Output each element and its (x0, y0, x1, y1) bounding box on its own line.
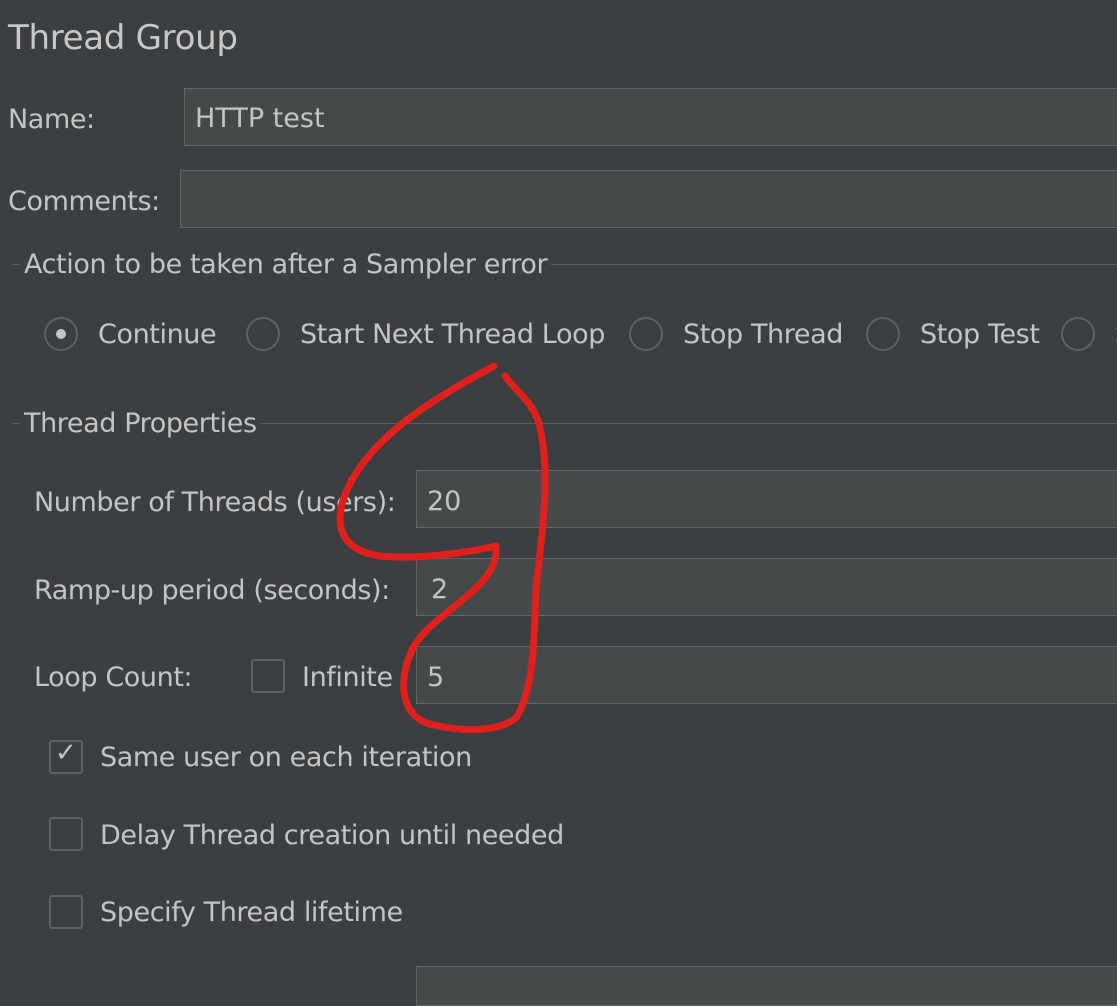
loop-count-field[interactable]: 5 (416, 646, 1117, 704)
infinite-label: Infinite (302, 662, 393, 693)
comments-label: Comments: (8, 186, 160, 217)
rampup-field-value: 2 (431, 574, 449, 605)
delay-thread-checkbox[interactable] (49, 817, 83, 851)
radio-stop-thread-circle[interactable] (629, 317, 663, 351)
threads-field-value: 20 (427, 486, 462, 517)
sampler-error-section-title: Action to be taken after a Sampler error (20, 251, 552, 278)
comments-field[interactable] (180, 170, 1117, 228)
radio-start-next-thread-loop-label: Start Next Thread Loop (300, 319, 605, 350)
rampup-label: Ramp-up period (seconds): (34, 575, 390, 606)
radio-selected-dot (56, 329, 66, 339)
checkmark-icon: ✓ (55, 738, 77, 768)
rampup-field[interactable]: 2 (416, 558, 1117, 616)
name-field[interactable]: HTTP test (184, 88, 1117, 146)
radio-stop-test-label: Stop Test (920, 319, 1040, 350)
radio-stop-test-now-circle[interactable] (1061, 317, 1095, 351)
name-label: Name: (8, 104, 95, 135)
radio-start-next-thread-loop-circle[interactable] (246, 317, 280, 351)
loop-count-field-value: 5 (427, 662, 445, 693)
radio-continue-label: Continue (98, 319, 217, 350)
radio-stop-test[interactable]: Stop Test (866, 317, 1046, 353)
name-field-value: HTTP test (195, 103, 325, 134)
same-user-checkbox[interactable]: ✓ (49, 740, 83, 774)
thread-lifetime-checkbox[interactable] (49, 895, 83, 929)
radio-continue-circle[interactable] (44, 317, 78, 351)
same-user-label: Same user on each iteration (100, 742, 472, 773)
delay-thread-label: Delay Thread creation until needed (100, 820, 564, 851)
radio-start-next-thread-loop[interactable]: Start Next Thread Loop (246, 317, 606, 353)
thread-lifetime-label: Specify Thread lifetime (100, 897, 403, 928)
threads-field[interactable]: 20 (416, 470, 1117, 528)
panel-title: Thread Group (8, 18, 238, 58)
threads-label: Number of Threads (users): (34, 487, 396, 518)
thread-properties-section-title: Thread Properties (20, 410, 261, 437)
radio-stop-test-circle[interactable] (866, 317, 900, 351)
radio-stop-thread-label: Stop Thread (683, 319, 843, 350)
radio-stop-thread[interactable]: Stop Thread (629, 317, 849, 353)
infinite-checkbox[interactable] (251, 659, 285, 693)
loop-count-label: Loop Count: (34, 662, 193, 693)
radio-continue[interactable]: Continue (44, 317, 224, 353)
radio-stop-test-now[interactable]: S (1061, 317, 1117, 353)
duration-field[interactable] (416, 966, 1117, 1006)
